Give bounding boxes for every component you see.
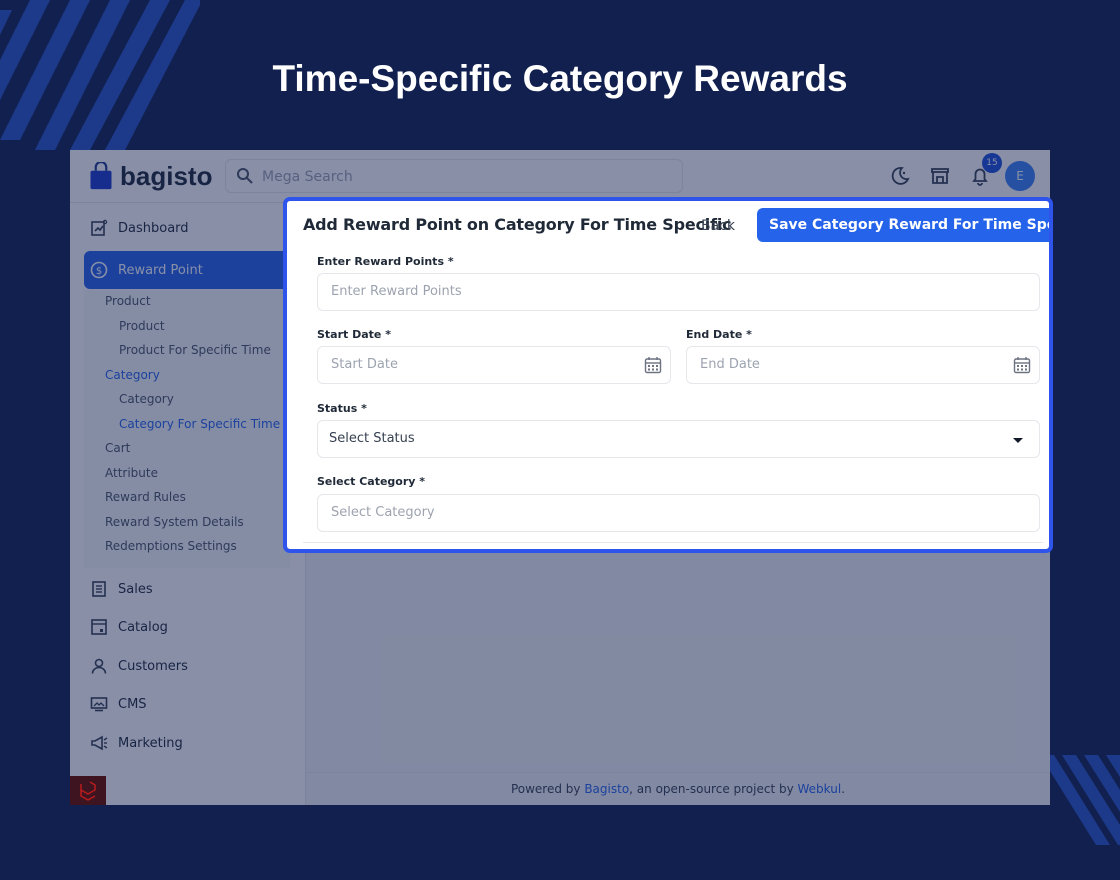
card-divider — [303, 542, 1043, 543]
end-date-label: End Date * — [686, 328, 752, 341]
reward-points-field[interactable] — [317, 273, 1040, 311]
page-headline: Time-Specific Category Rewards — [272, 58, 848, 99]
category-input[interactable] — [329, 504, 982, 521]
reward-points-label: Enter Reward Points * — [317, 255, 454, 268]
add-reward-form-card: Add Reward Point on Category For Time Sp… — [283, 197, 1053, 553]
status-selected-value: Select Status — [329, 431, 415, 446]
form-title: Add Reward Point on Category For Time Sp… — [303, 215, 732, 234]
end-date-field[interactable] — [686, 346, 1040, 384]
back-button[interactable]: Back — [693, 211, 743, 241]
start-date-field[interactable] — [317, 346, 671, 384]
decorative-stripes-bottom-right — [1040, 755, 1120, 845]
calendar-icon[interactable] — [1013, 356, 1031, 374]
start-date-label: Start Date * — [317, 328, 391, 341]
laravel-icon — [70, 776, 106, 805]
category-label: Select Category * — [317, 475, 426, 488]
calendar-icon[interactable] — [644, 356, 662, 374]
chevron-down-icon — [1013, 438, 1023, 443]
status-select[interactable]: Select Status — [317, 420, 1040, 458]
status-label: Status * — [317, 402, 367, 415]
save-category-reward-button[interactable]: Save Category Reward For Time Specific — [757, 208, 1049, 242]
start-date-input[interactable] — [329, 356, 633, 373]
category-field[interactable] — [317, 494, 1040, 532]
end-date-input[interactable] — [698, 356, 1002, 373]
reward-points-input[interactable] — [329, 283, 982, 300]
